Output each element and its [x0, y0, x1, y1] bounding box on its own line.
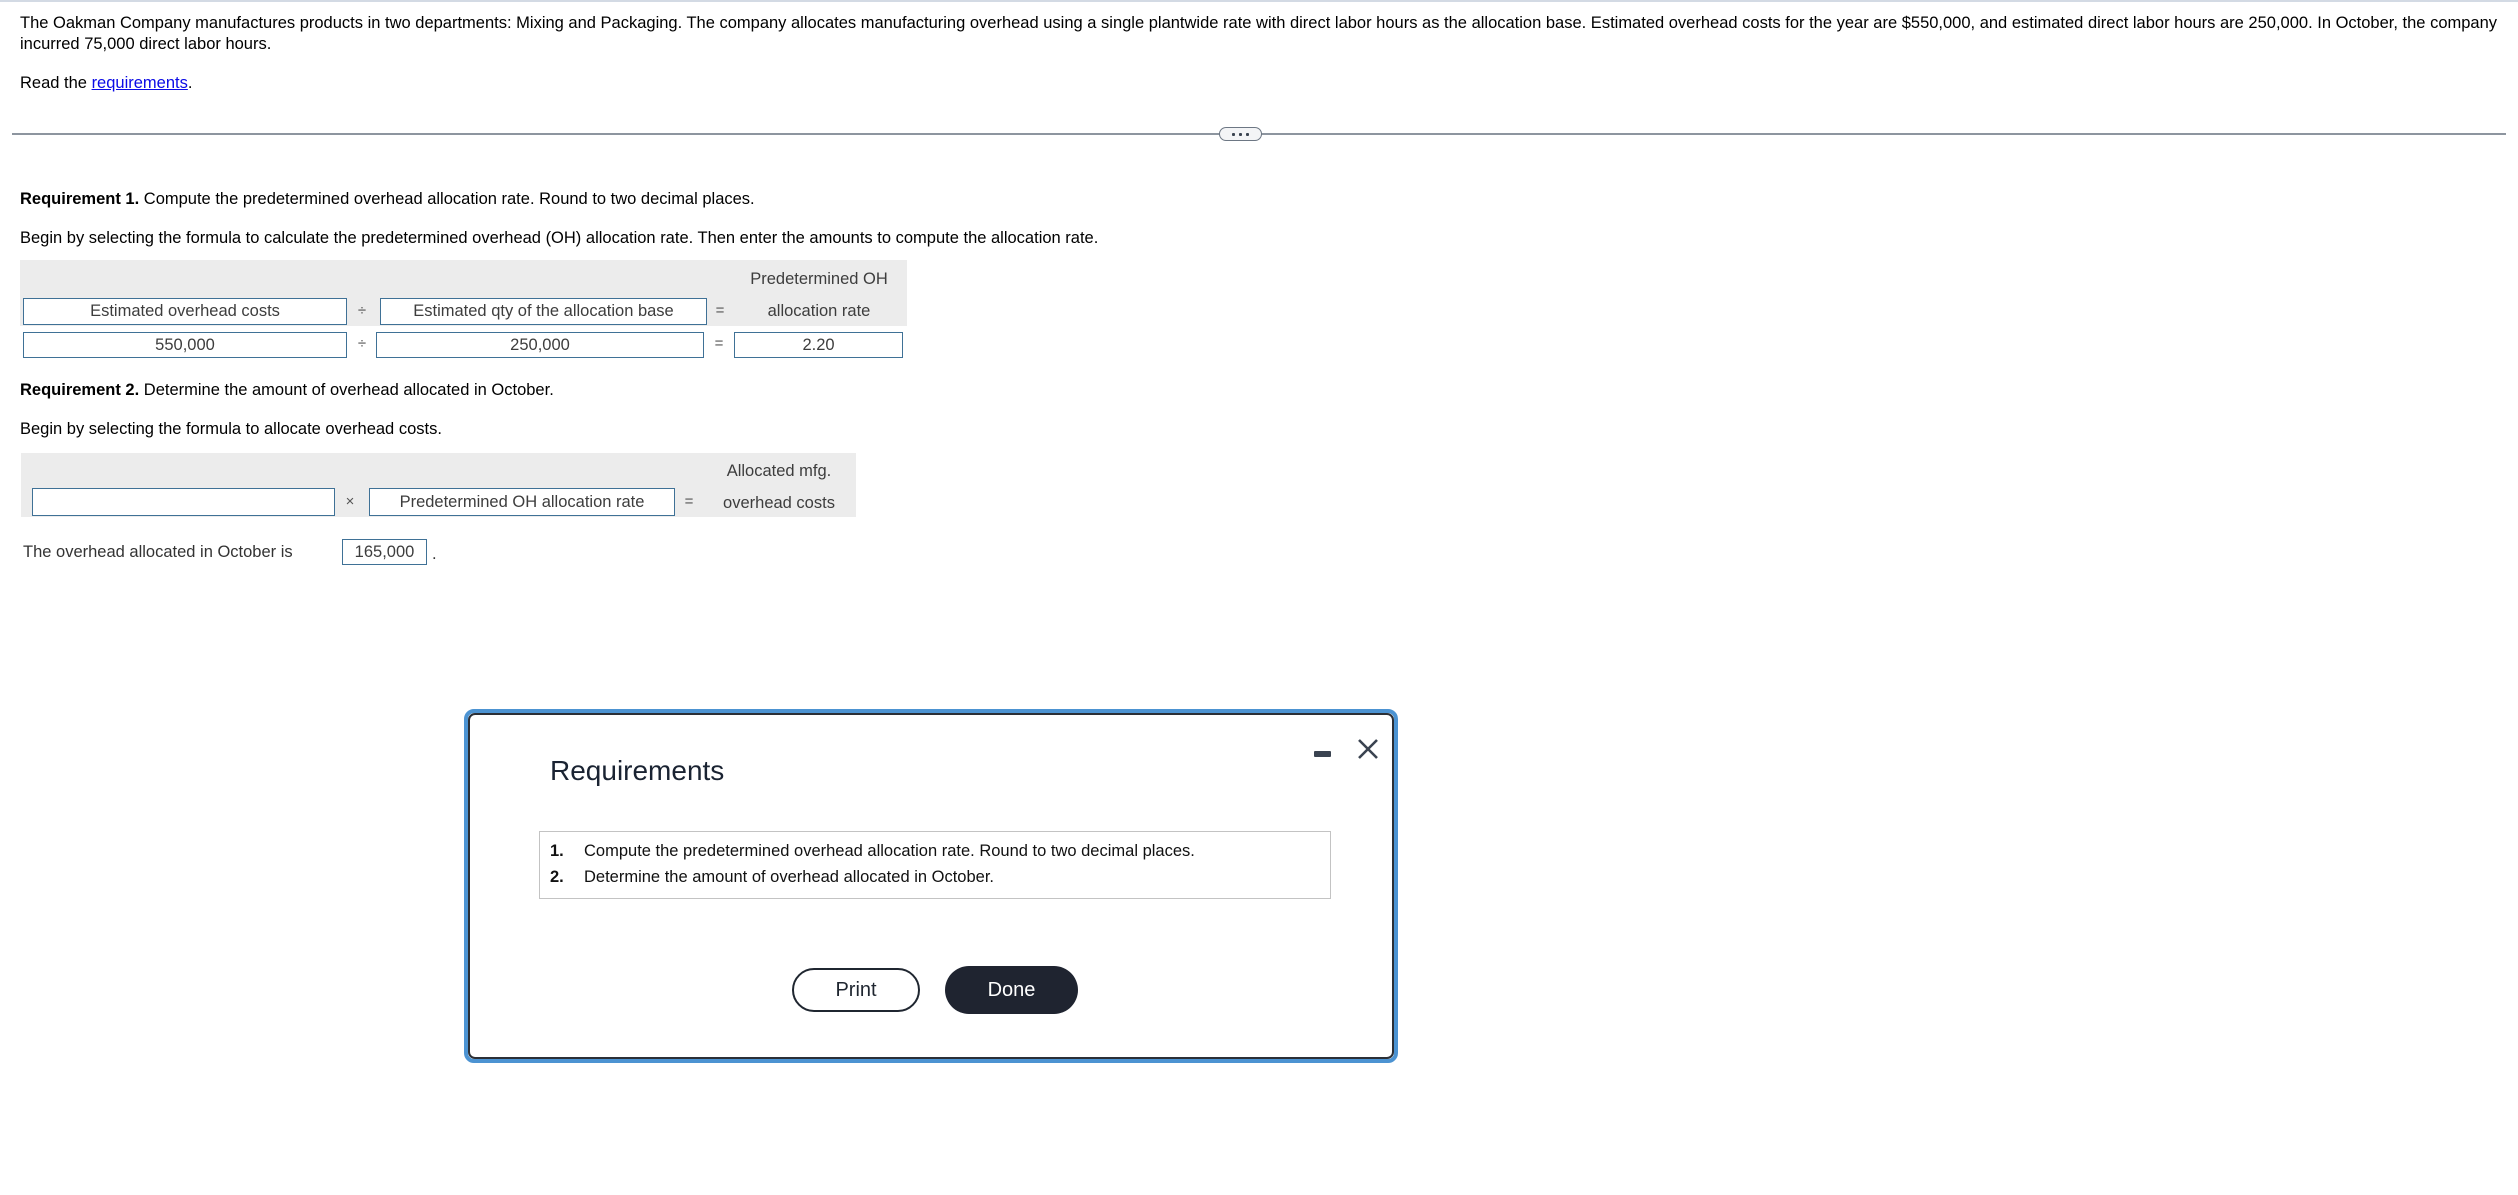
read-suffix: . [187, 74, 193, 92]
requirement1-instruction: Begin by selecting the formula to calcul… [20, 229, 1099, 247]
equals-operator: = [714, 335, 724, 352]
problem-statement: The Oakman Company manufactures products… [20, 14, 2498, 53]
answer-label: The overhead allocated in October is [23, 543, 293, 561]
dialog-title: Requirements [550, 755, 725, 786]
dot-icon [1232, 132, 1235, 136]
list-item-text: Determine the amount of overhead allocat… [584, 868, 994, 886]
list-item-text: Compute the predetermined overhead alloc… [584, 842, 1195, 860]
list-item: 1. Compute the predetermined overhead al… [550, 838, 1330, 864]
formula2-term1-select[interactable] [32, 488, 335, 516]
requirement2-text: Determine the amount of overhead allocat… [139, 381, 554, 399]
dot-icon [1246, 132, 1249, 136]
list-item: 2. Determine the amount of overhead allo… [550, 864, 1330, 890]
divide-operator: ÷ [357, 335, 367, 352]
expand-collapse-handle[interactable] [1219, 127, 1262, 141]
equals-operator: = [684, 493, 694, 510]
close-icon[interactable] [1356, 737, 1380, 761]
list-item-number: 2. [550, 868, 564, 886]
minimize-icon[interactable] [1314, 751, 1331, 757]
formula1-term2-select[interactable]: Estimated qty of the allocation base [380, 298, 707, 325]
formula1-term1-select[interactable]: Estimated overhead costs [23, 298, 347, 325]
formula1-result-label-line1: Predetermined OH [750, 270, 888, 288]
done-button[interactable]: Done [945, 966, 1078, 1014]
list-item-number: 1. [550, 842, 564, 860]
requirement2-instruction: Begin by selecting the formula to alloca… [20, 420, 442, 438]
requirements-list: 1. Compute the predetermined overhead al… [539, 831, 1331, 899]
estimated-overhead-input[interactable]: 550,000 [23, 332, 347, 358]
multiply-operator: × [345, 493, 355, 510]
dialog-frame: Requirements 1. Compute the predetermine… [468, 713, 1394, 1059]
dot-icon [1239, 132, 1242, 136]
requirement1-label: Requirement 1. [20, 190, 140, 208]
formula2-result-label-line1: Allocated mfg. [726, 462, 832, 480]
requirements-link[interactable]: requirements [92, 74, 188, 92]
requirement1-text: Compute the predetermined overhead alloc… [139, 190, 755, 208]
read-requirements-line: Read the requirements. [20, 73, 192, 94]
requirement1-heading: Requirement 1. Compute the predetermined… [20, 189, 755, 209]
requirements-dialog: Requirements 1. Compute the predetermine… [464, 709, 1398, 1063]
requirement2-label: Requirement 2. [20, 381, 140, 399]
equals-operator: = [715, 302, 725, 319]
estimated-base-input[interactable]: 250,000 [376, 332, 704, 358]
close-x-glyph [1358, 739, 1378, 759]
formula1-result-label-line2: allocation rate [767, 302, 871, 320]
formula2-term2-select[interactable]: Predetermined OH allocation rate [369, 488, 675, 516]
allocation-rate-input[interactable]: 2.20 [734, 332, 903, 358]
divide-operator: ÷ [357, 302, 367, 319]
requirement2-heading: Requirement 2. Determine the amount of o… [20, 380, 554, 400]
overhead-allocated-input[interactable]: 165,000 [342, 539, 427, 565]
print-button[interactable]: Print [792, 968, 920, 1012]
formula2-result-label-line2: overhead costs [723, 494, 835, 512]
top-border [0, 0, 2518, 2]
answer-period: . [432, 545, 437, 563]
read-prefix: Read the [20, 74, 92, 92]
